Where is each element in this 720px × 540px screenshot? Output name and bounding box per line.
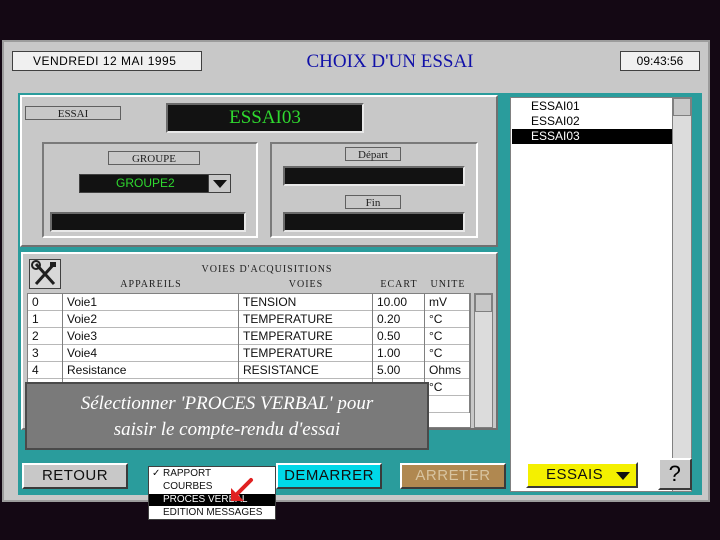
table-row[interactable]: 3 Voie4 TEMPERATURE 1.00 °C bbox=[28, 345, 470, 362]
cell-appareil: Voie3 bbox=[63, 328, 239, 345]
cell-unite: Ohms bbox=[425, 362, 470, 379]
header-ecart: ECART bbox=[380, 279, 418, 290]
time-display: 09:43:56 bbox=[620, 51, 700, 71]
help-button[interactable]: ? bbox=[658, 458, 692, 490]
essai-list-item[interactable]: ESSAI01 bbox=[512, 99, 673, 114]
cell-voie: RESISTANCE bbox=[239, 362, 373, 379]
scrollbar-thumb[interactable] bbox=[475, 294, 492, 312]
check-icon: ✓ bbox=[152, 468, 161, 479]
essai-list-item-selected[interactable]: ESSAI03 bbox=[512, 129, 673, 144]
table-row[interactable]: 2 Voie3 TEMPERATURE 0.50 °C bbox=[28, 328, 470, 345]
cell-index: 4 bbox=[28, 362, 63, 379]
cell-unite bbox=[425, 396, 470, 413]
groupe-selected-value: GROUPE2 bbox=[116, 176, 175, 190]
cell-index: 2 bbox=[28, 328, 63, 345]
cell-ecart: 10.00 bbox=[373, 294, 425, 311]
scrollbar-thumb[interactable] bbox=[673, 98, 691, 116]
red-arrow-cursor-icon bbox=[231, 478, 253, 501]
cell-index: 0 bbox=[28, 294, 63, 311]
groupe-label: GROUPE bbox=[108, 151, 200, 165]
tooltip-line: Sélectionner 'PROCES VERBAL' pour bbox=[80, 393, 374, 414]
cell-ecart: 0.50 bbox=[373, 328, 425, 345]
table-row[interactable]: 4 Resistance RESISTANCE 5.00 Ohms bbox=[28, 362, 470, 379]
cell-ecart: 0.20 bbox=[373, 311, 425, 328]
tooltip-line: saisir le compte-rendu d'essai bbox=[113, 419, 341, 440]
menu-item-rapport[interactable]: ✓ RAPPORT bbox=[149, 468, 275, 480]
groupe-description-field bbox=[50, 212, 246, 232]
cell-unite: °C bbox=[425, 345, 470, 362]
cell-voie: TEMPERATURE bbox=[239, 345, 373, 362]
header-unite: UNITE bbox=[430, 279, 466, 290]
cell-index: 1 bbox=[28, 311, 63, 328]
cell-voie: TEMPERATURE bbox=[239, 328, 373, 345]
menu-item-proces-verbal[interactable]: PROCES VERBAL bbox=[149, 494, 275, 506]
fin-field[interactable] bbox=[283, 212, 465, 232]
cell-appareil: Resistance bbox=[63, 362, 239, 379]
rapport-menu[interactable]: ✓ RAPPORT COURBES PROCES VERBAL EDITION M… bbox=[148, 466, 276, 520]
depart-field[interactable] bbox=[283, 166, 465, 186]
menu-item-edition-messages[interactable]: EDITION MESSAGES bbox=[149, 507, 275, 519]
cell-voie: TEMPERATURE bbox=[239, 311, 373, 328]
table-row[interactable]: 0 Voie1 TENSION 10.00 mV bbox=[28, 294, 470, 311]
cell-unite: °C bbox=[425, 379, 470, 396]
essai-list[interactable]: ESSAI01 ESSAI02 ESSAI03 bbox=[510, 97, 692, 492]
essai-list-item[interactable]: ESSAI02 bbox=[512, 114, 673, 129]
dropdown-arrow-button[interactable] bbox=[208, 175, 230, 192]
cell-appareil: Voie1 bbox=[63, 294, 239, 311]
header-voies: VOIES bbox=[288, 279, 324, 290]
groupe-dropdown[interactable]: GROUPE2 bbox=[79, 174, 231, 193]
cell-index: 3 bbox=[28, 345, 63, 362]
table-scrollbar[interactable] bbox=[474, 293, 493, 428]
cell-unite: °C bbox=[425, 328, 470, 345]
demarrer-button[interactable]: DEMARRER bbox=[276, 463, 382, 489]
arreter-button[interactable]: ARRETER bbox=[400, 463, 506, 489]
cell-unite: °C bbox=[425, 311, 470, 328]
page-title: CHOIX D'UN ESSAI bbox=[306, 51, 474, 72]
instruction-tooltip: Sélectionner 'PROCES VERBAL' pour saisir… bbox=[25, 382, 429, 450]
essais-button-label: ESSAIS bbox=[546, 466, 604, 483]
fin-label: Fin bbox=[345, 195, 401, 209]
cell-appareil: Voie2 bbox=[63, 311, 239, 328]
essais-dropdown-button[interactable]: ESSAIS bbox=[526, 462, 638, 488]
depart-label: Départ bbox=[345, 147, 401, 161]
date-display: VENDREDI 12 MAI 1995 bbox=[12, 51, 202, 71]
cell-unite: mV bbox=[425, 294, 470, 311]
triangle-down-icon bbox=[213, 180, 227, 188]
retour-button[interactable]: RETOUR bbox=[22, 463, 128, 489]
essai-list-scrollbar[interactable] bbox=[672, 98, 691, 491]
menu-item-courbes[interactable]: COURBES bbox=[149, 481, 275, 493]
table-row[interactable]: 1 Voie2 TEMPERATURE 0.20 °C bbox=[28, 311, 470, 328]
essai-value-display: ESSAI03 bbox=[166, 103, 364, 133]
triangle-down-icon bbox=[616, 472, 630, 480]
header-appareils: APPAREILS bbox=[120, 279, 182, 290]
cell-ecart: 1.00 bbox=[373, 345, 425, 362]
cell-voie: TENSION bbox=[239, 294, 373, 311]
essai-label: ESSAI bbox=[25, 106, 121, 120]
wrench-screwdriver-icon[interactable] bbox=[29, 259, 61, 289]
cell-appareil: Voie4 bbox=[63, 345, 239, 362]
table-title: VOIES D'ACQUISITIONS bbox=[201, 264, 333, 275]
cell-ecart: 5.00 bbox=[373, 362, 425, 379]
